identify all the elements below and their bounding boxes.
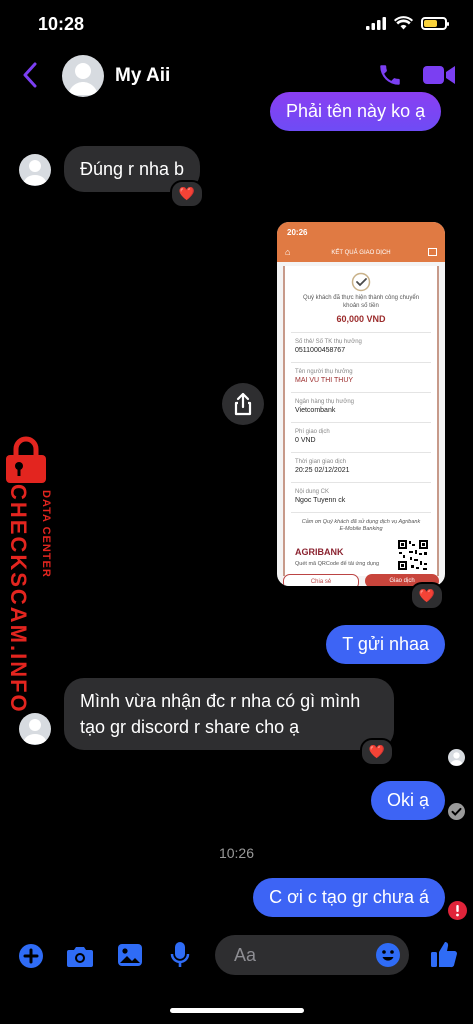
field-value: Ngoc Tuyenn ck: [295, 497, 346, 504]
receipt-share-button: Chia sẻ: [283, 574, 359, 586]
message-outgoing[interactable]: Phải tên này ko ạ: [270, 92, 442, 131]
watermark-checkscam: CHECKSCAM.INFO: [6, 484, 31, 714]
share-icon: [234, 392, 252, 416]
field-label: Thời gian giao dịch: [295, 459, 346, 465]
share-button[interactable]: [222, 383, 264, 425]
receipt-success-text: Quý khách đã thực hiện thành công chuyển…: [302, 295, 420, 309]
field-label: Ngân hàng thụ hưởng: [295, 399, 354, 405]
sender-avatar: [19, 713, 51, 745]
message-outgoing[interactable]: C ơi c tạo gr chưa á: [253, 878, 445, 917]
wifi-icon: [394, 16, 413, 30]
message-outgoing[interactable]: Oki ạ: [370, 781, 445, 820]
divider: [291, 392, 431, 393]
field-label: Nội dung CK: [295, 489, 330, 495]
status-time: 10:28: [38, 14, 85, 34]
divider: [291, 512, 431, 513]
seen-avatar: [448, 749, 465, 766]
heart-reaction-icon[interactable]: ❤️: [410, 582, 444, 610]
field-label: Số thẻ/ Số TK thụ hưởng: [295, 339, 362, 345]
error-icon[interactable]: [448, 901, 467, 920]
agribank-logo: AGRIBANK: [295, 547, 344, 557]
status-icons: [366, 16, 449, 30]
signal-icon: [366, 16, 386, 30]
gallery-icon[interactable]: [117, 943, 143, 967]
field-label: Phí giao dịch: [295, 429, 330, 435]
thumbs-up-icon[interactable]: [430, 940, 458, 968]
divider: [291, 422, 431, 423]
message-input[interactable]: [232, 944, 376, 967]
battery-level: [424, 19, 437, 27]
sender-avatar: [19, 154, 51, 186]
message-input-box[interactable]: [215, 935, 409, 975]
emoji-icon[interactable]: [375, 942, 401, 968]
field-label: Tên người thụ hưởng: [295, 369, 353, 375]
contact-name[interactable]: My Aii: [115, 65, 170, 87]
person-icon: [450, 752, 463, 766]
qr-caption: Quét mã QRCode để tải ứng dụng: [295, 561, 380, 567]
heart-reaction-icon[interactable]: ❤️: [360, 738, 394, 766]
receipt-screenshot-image[interactable]: 20:26 ⌂ KẾT QUẢ GIAO DỊCH Quý khách đã t…: [277, 222, 445, 586]
video-call-icon[interactable]: [423, 64, 455, 86]
camera-icon[interactable]: [66, 944, 94, 968]
message-incoming[interactable]: Mình vừa nhận đc r nha có gì mình tạo gr…: [64, 678, 394, 750]
divider: [291, 482, 431, 483]
receipt-thanks: Cảm ơn Quý khách đã sử dụng dịch vụ Agri…: [301, 519, 421, 532]
message-outgoing[interactable]: T gửi nhaa: [326, 625, 445, 664]
field-value: 0511000458767: [295, 347, 346, 354]
home-icon: ⌂: [285, 247, 291, 257]
timestamp-divider: 10:26: [218, 845, 255, 861]
divider: [291, 362, 431, 363]
image-icon: [428, 248, 437, 256]
receipt-status-bar: 20:26: [277, 222, 445, 244]
contact-avatar[interactable]: [62, 55, 104, 97]
receipt-title: KẾT QUẢ GIAO DỊCH: [331, 250, 391, 256]
receipt-time: 20:26: [287, 228, 308, 237]
home-indicator: [170, 1008, 304, 1013]
divider: [291, 332, 431, 333]
person-icon: [23, 719, 47, 744]
plus-icon[interactable]: [18, 943, 44, 969]
receipt-title-bar: ⌂ KẾT QUẢ GIAO DỊCH: [277, 244, 445, 262]
check-circle-icon: [351, 272, 371, 292]
person-icon: [68, 63, 98, 95]
receipt-card: Quý khách đã thực hiện thành công chuyển…: [283, 266, 439, 576]
delivered-check-icon: [448, 803, 465, 820]
person-icon: [23, 160, 47, 185]
lock-watermark-icon: [6, 436, 46, 483]
field-value: 0 VND: [295, 437, 316, 444]
phone-call-icon[interactable]: [377, 62, 403, 88]
field-value: Vietcombank: [295, 407, 336, 414]
battery-icon: [421, 16, 449, 30]
divider: [291, 452, 431, 453]
field-value: MAI VU THI THUY: [295, 377, 354, 384]
back-arrow-icon[interactable]: [22, 62, 38, 88]
watermark-data-center: DATA CENTER: [40, 490, 52, 578]
field-value: 20:25 02/12/2021: [295, 467, 350, 474]
receipt-amount: 60,000 VND: [336, 314, 386, 324]
qr-code-icon: [397, 539, 429, 571]
heart-reaction-icon[interactable]: ❤️: [170, 180, 204, 208]
microphone-icon[interactable]: [170, 941, 190, 969]
